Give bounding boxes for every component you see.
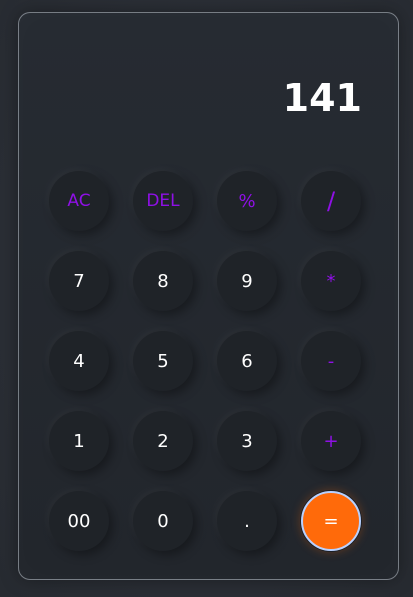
digit-9-button[interactable]: 9	[217, 251, 277, 311]
multiply-button[interactable]: *	[301, 251, 361, 311]
page-background: 141 AC DEL % / 7 8 9 * 4 5 6 - 1 2 3 + 0…	[0, 0, 413, 597]
digit-4-button[interactable]: 4	[49, 331, 109, 391]
divide-button[interactable]: /	[301, 171, 361, 231]
minus-button[interactable]: -	[301, 331, 361, 391]
double-zero-button[interactable]: 00	[49, 491, 109, 551]
calculator-display: 141	[282, 76, 362, 120]
plus-button[interactable]: +	[301, 411, 361, 471]
digit-6-button[interactable]: 6	[217, 331, 277, 391]
digit-3-button[interactable]: 3	[217, 411, 277, 471]
digit-2-button[interactable]: 2	[133, 411, 193, 471]
decimal-point-button[interactable]: .	[217, 491, 277, 551]
digit-1-button[interactable]: 1	[49, 411, 109, 471]
clear-all-button[interactable]: AC	[49, 171, 109, 231]
digit-7-button[interactable]: 7	[49, 251, 109, 311]
equals-button[interactable]: =	[301, 491, 361, 551]
calculator-panel: 141 AC DEL % / 7 8 9 * 4 5 6 - 1 2 3 + 0…	[18, 12, 399, 580]
digit-5-button[interactable]: 5	[133, 331, 193, 391]
delete-button[interactable]: DEL	[133, 171, 193, 231]
digit-0-button[interactable]: 0	[133, 491, 193, 551]
digit-8-button[interactable]: 8	[133, 251, 193, 311]
percent-button[interactable]: %	[217, 171, 277, 231]
